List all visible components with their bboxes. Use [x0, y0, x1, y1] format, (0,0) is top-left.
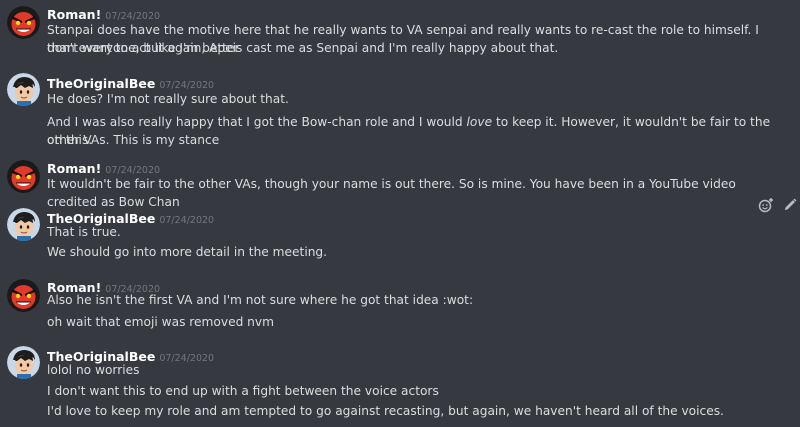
- add-reaction-button[interactable]: [757, 196, 775, 214]
- message-text: than everyone, but again, Apeis cast me …: [47, 41, 559, 55]
- message-text: That is true.: [47, 225, 121, 239]
- italic-text: love: [466, 115, 493, 129]
- message-text: oh wait that emoji was removed nvm: [47, 315, 274, 329]
- avatar[interactable]: [7, 6, 40, 39]
- avatar[interactable]: [7, 208, 40, 241]
- username[interactable]: Roman!: [47, 7, 101, 22]
- username[interactable]: Roman!: [47, 161, 101, 176]
- message-text-part: And I was also really happy that I got t…: [47, 115, 463, 129]
- message-text: lolol no worries: [47, 363, 140, 377]
- avatar[interactable]: [7, 279, 40, 312]
- message-text: on this.: [47, 133, 93, 147]
- avatar[interactable]: [7, 346, 40, 379]
- message-header: TheOriginalBee 07/24/2020: [47, 73, 214, 91]
- edit-button[interactable]: [781, 196, 799, 214]
- message-hover-toolbar: [753, 192, 800, 218]
- avatar[interactable]: [7, 73, 40, 106]
- username[interactable]: TheOriginalBee: [47, 76, 155, 91]
- message-header: Roman! 07/24/2020: [47, 4, 160, 22]
- message-header: Roman! 07/24/2020: [47, 158, 160, 176]
- avatar[interactable]: [7, 160, 40, 193]
- add-reaction-icon: [758, 198, 773, 213]
- message-text: We should go into more detail in the mee…: [47, 245, 328, 259]
- message-text: I don't want this to end up with a fight…: [47, 384, 439, 398]
- message-text: It wouldn't be fair to the other VAs, th…: [47, 177, 736, 209]
- message-text: Also he isn't the first VA and I'm not s…: [47, 293, 474, 307]
- message-text: I'd love to keep my role and am tempted …: [47, 404, 724, 418]
- pencil-icon: [785, 198, 797, 210]
- message-text: He does? I'm not really sure about that.: [47, 92, 289, 106]
